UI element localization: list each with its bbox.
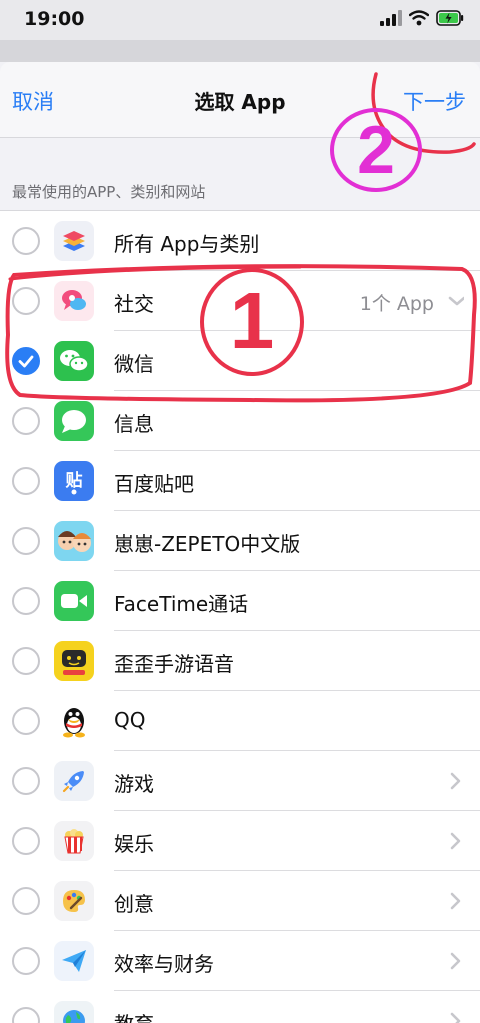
checkbox[interactable] (12, 647, 40, 675)
row-zepeto[interactable]: 崽崽-ZEPETO中文版 (0, 511, 480, 571)
wechat-icon (54, 341, 94, 381)
row-education[interactable]: 教育 (0, 991, 480, 1023)
checkbox[interactable] (12, 707, 40, 735)
row-label: 娱乐 (114, 832, 154, 856)
wifi-icon (409, 10, 429, 26)
chevron-down-icon[interactable] (446, 291, 464, 311)
checkbox[interactable] (12, 887, 40, 915)
row-wechat[interactable]: 微信 (0, 331, 480, 391)
cellular-signal-icon (380, 10, 402, 26)
row-productivity[interactable]: 效率与财务 (0, 931, 480, 991)
row-entertainment[interactable]: 娱乐 (0, 811, 480, 871)
row-social[interactable]: 社交 1个 App (0, 271, 480, 331)
row-qq[interactable]: QQ (0, 691, 480, 751)
games-rocket-icon (54, 761, 94, 801)
layers-icon (54, 221, 94, 261)
checkbox[interactable] (12, 227, 40, 255)
baidu-tieba-icon: 贴 (54, 461, 94, 501)
status-icons (380, 10, 464, 26)
checkbox[interactable] (12, 767, 40, 795)
entertainment-popcorn-icon (54, 821, 94, 861)
social-chat-icon (54, 281, 94, 321)
row-label: 百度贴吧 (114, 472, 194, 496)
productivity-plane-icon (54, 941, 94, 981)
app-list: 所有 App与类别 社交 1个 App 微信 信息 贴 百度贴吧 崽崽-ZEPE… (0, 210, 480, 1023)
row-all-apps[interactable]: 所有 App与类别 (0, 211, 480, 271)
row-label: 微信 (114, 352, 154, 376)
svg-text:贴: 贴 (66, 470, 83, 491)
row-detail-count: 1个 App (359, 293, 434, 315)
section-header: 最常使用的APP、类别和网站 (12, 183, 206, 201)
row-waiwai[interactable]: 歪歪手游语音 (0, 631, 480, 691)
row-baidu-tieba[interactable]: 贴 百度贴吧 (0, 451, 480, 511)
checkbox[interactable] (12, 527, 40, 555)
row-creativity[interactable]: 创意 (0, 871, 480, 931)
checkbox[interactable] (12, 827, 40, 855)
next-step-button[interactable]: 下一步 (403, 86, 466, 116)
status-time: 19:00 (24, 8, 85, 30)
row-label: 社交 (114, 292, 154, 316)
checkbox[interactable] (12, 287, 40, 315)
row-label: 所有 App与类别 (114, 232, 260, 256)
messages-icon (54, 401, 94, 441)
chevron-right-icon[interactable] (448, 831, 462, 851)
row-label: 教育 (114, 1008, 154, 1023)
row-label: 歪歪手游语音 (114, 652, 234, 676)
row-label: FaceTime通话 (114, 592, 249, 616)
checkbox[interactable] (12, 467, 40, 495)
status-bar: 19:00 (0, 0, 480, 40)
nav-bar: 取消 选取 App 下一步 (0, 62, 480, 138)
checkbox-checked[interactable] (12, 347, 40, 375)
chevron-right-icon[interactable] (448, 771, 462, 791)
sheet-backdrop (0, 40, 480, 62)
checkbox[interactable] (12, 587, 40, 615)
row-label: 效率与财务 (114, 952, 214, 976)
facetime-icon (54, 581, 94, 621)
row-label: 信息 (114, 412, 154, 436)
checkbox[interactable] (12, 407, 40, 435)
row-label: QQ (114, 708, 146, 732)
education-globe-icon (54, 1001, 94, 1023)
row-label: 游戏 (114, 772, 154, 796)
row-messages[interactable]: 信息 (0, 391, 480, 451)
creativity-palette-icon (54, 881, 94, 921)
waiwai-game-voice-icon (54, 641, 94, 681)
chevron-right-icon[interactable] (448, 891, 462, 911)
qq-penguin-icon (54, 701, 94, 741)
chevron-right-icon[interactable] (448, 951, 462, 971)
row-label: 创意 (114, 892, 154, 916)
checkbox[interactable] (12, 947, 40, 975)
zepeto-icon (54, 521, 94, 561)
chevron-right-icon[interactable] (448, 1011, 462, 1023)
battery-charging-icon (436, 10, 464, 26)
row-label: 崽崽-ZEPETO中文版 (114, 532, 301, 556)
row-games[interactable]: 游戏 (0, 751, 480, 811)
checkbox[interactable] (12, 1007, 40, 1023)
row-facetime[interactable]: FaceTime通话 (0, 571, 480, 631)
checkmark-icon (18, 355, 34, 368)
